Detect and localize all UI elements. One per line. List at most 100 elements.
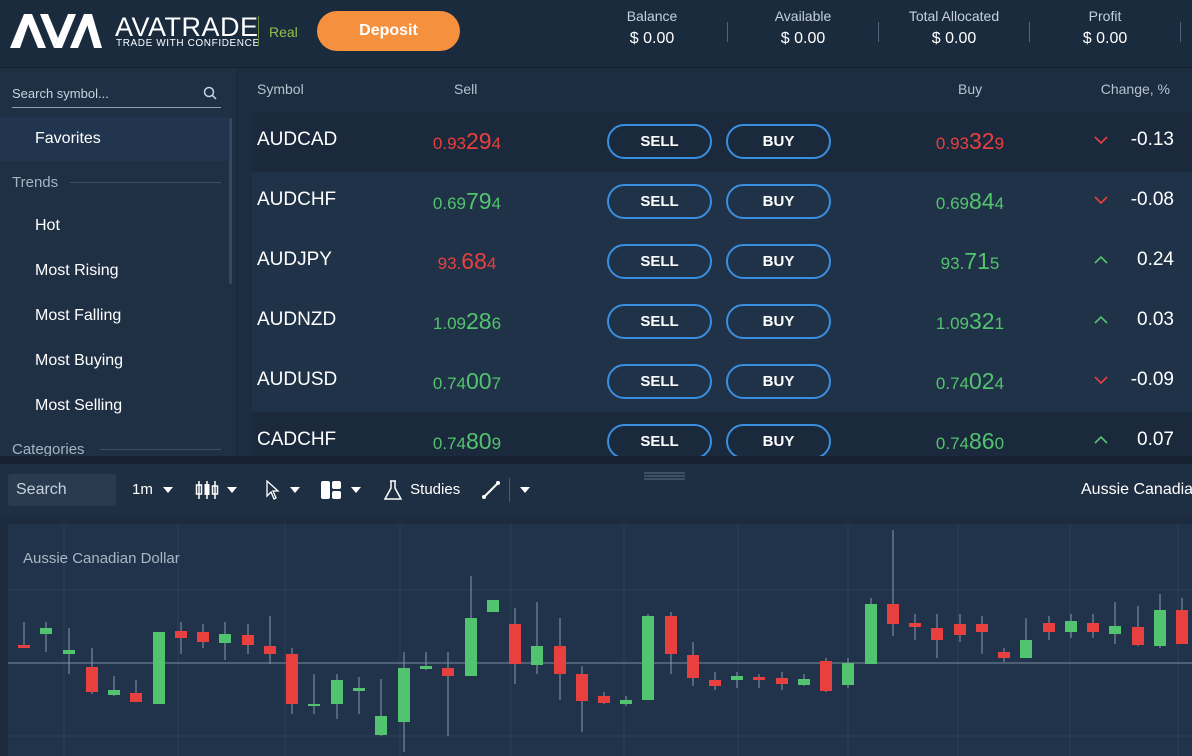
- sidebar-item-hot[interactable]: Hot: [0, 204, 228, 248]
- chart-type-dropdown[interactable]: [195, 476, 238, 504]
- sell-button[interactable]: SELL: [607, 304, 712, 339]
- interval-label: 1m: [132, 481, 153, 498]
- buy-price[interactable]: 93.715: [890, 248, 1050, 275]
- row-symbol[interactable]: CADCHF: [257, 429, 336, 451]
- candlestick-chart[interactable]: [8, 524, 1192, 756]
- row-symbol[interactable]: AUDNZD: [257, 309, 336, 331]
- candle-up: [487, 600, 499, 612]
- sell-button[interactable]: SELL: [607, 124, 712, 159]
- row-symbol[interactable]: AUDCAD: [257, 129, 337, 151]
- buy-price[interactable]: 1.09321: [890, 308, 1050, 335]
- buy-price[interactable]: 0.93329: [890, 128, 1050, 155]
- buy-button[interactable]: BUY: [726, 304, 831, 339]
- sidebar-item-favorites[interactable]: Favorites: [0, 117, 228, 161]
- candle-up: [620, 700, 632, 704]
- search-icon[interactable]: [203, 86, 217, 100]
- sell-price[interactable]: 0.74007: [387, 368, 547, 395]
- table-row[interactable]: AUDUSD 0.74007 SELL BUY 0.74024 -0.09: [252, 352, 1192, 412]
- sell-price[interactable]: 0.69794: [387, 188, 547, 215]
- column-header-symbol[interactable]: Symbol: [257, 81, 304, 97]
- sell-price[interactable]: 0.74809: [387, 428, 547, 455]
- change-percent: -0.13: [1130, 129, 1174, 150]
- sidebar-scrollbar[interactable]: [229, 118, 232, 284]
- sidebar-item-most-rising[interactable]: Most Rising: [0, 249, 228, 293]
- buy-price[interactable]: 0.74024: [890, 368, 1050, 395]
- buy-price-pips: 71: [964, 248, 990, 274]
- buy-button[interactable]: BUY: [726, 364, 831, 399]
- table-row[interactable]: AUDJPY 93.684 SELL BUY 93.715 0.24: [252, 232, 1192, 292]
- sidebar-section-trends: Trends: [12, 174, 59, 191]
- candle-down: [18, 645, 30, 648]
- sell-price-pips: 79: [466, 188, 492, 214]
- buy-button[interactable]: BUY: [726, 124, 831, 159]
- sell-price-fraction: 9: [491, 434, 502, 453]
- stat-value: $ 0.00: [629, 30, 675, 47]
- sidebar-item-most-selling[interactable]: Most Selling: [0, 384, 228, 428]
- instruments-table: Symbol Sell Buy Change, % AUDCAD 0.93294 S…: [237, 68, 1192, 456]
- buy-price[interactable]: 0.69844: [890, 188, 1050, 215]
- buy-button[interactable]: BUY: [726, 244, 831, 279]
- buy-price-prefix: 93.: [940, 254, 965, 273]
- row-symbol[interactable]: AUDCHF: [257, 189, 336, 211]
- buy-button[interactable]: BUY: [726, 184, 831, 219]
- account-mode-label[interactable]: Real: [269, 24, 298, 40]
- brand-tagline: TRADE WITH CONFIDENCE: [116, 38, 260, 49]
- studies-label: Studies: [410, 481, 461, 498]
- table-row[interactable]: AUDCAD 0.93294 SELL BUY 0.93329 -0.13: [252, 112, 1192, 172]
- sidebar-item-most-falling[interactable]: Most Falling: [0, 294, 228, 338]
- interval-dropdown[interactable]: 1m: [132, 476, 174, 504]
- panel-splitter[interactable]: [0, 456, 1192, 464]
- buy-price-fraction: 4: [994, 374, 1005, 393]
- column-header-change[interactable]: Change, %: [1101, 81, 1170, 97]
- buy-price-pips: 32: [969, 308, 995, 334]
- buy-button[interactable]: BUY: [726, 424, 831, 456]
- sidebar-item-most-buying[interactable]: Most Buying: [0, 339, 228, 383]
- column-header-buy[interactable]: Buy: [958, 81, 982, 97]
- drawing-tool-dropdown[interactable]: [520, 476, 530, 504]
- buy-price[interactable]: 0.74860: [890, 428, 1050, 455]
- sell-button[interactable]: SELL: [607, 364, 712, 399]
- chart-search-input[interactable]: Search: [8, 474, 116, 506]
- table-row[interactable]: AUDCHF 0.69794 SELL BUY 0.69844 -0.08: [252, 172, 1192, 232]
- splitter-grip-icon[interactable]: [644, 472, 685, 480]
- drawing-tool-button[interactable]: [481, 476, 501, 504]
- candle-down: [130, 693, 142, 702]
- price-chart[interactable]: Aussie Canadian Dollar: [8, 524, 1192, 756]
- sell-button[interactable]: SELL: [607, 184, 712, 219]
- layout-grid-icon: [321, 481, 341, 500]
- studies-button[interactable]: Studies: [383, 476, 461, 504]
- sell-price-fraction: 6: [491, 314, 502, 333]
- sell-price-prefix: 1.09: [432, 314, 467, 333]
- stat-value: $ 0.00: [931, 30, 977, 47]
- stat-label: Available: [774, 8, 832, 24]
- candle-down: [554, 646, 566, 674]
- chevron-down-icon: [520, 487, 530, 494]
- cursor-dropdown[interactable]: [266, 476, 301, 504]
- table-row[interactable]: CADCHF 0.74809 SELL BUY 0.74860 0.07: [252, 412, 1192, 456]
- table-row[interactable]: AUDNZD 1.09286 SELL BUY 1.09321 0.03: [252, 292, 1192, 352]
- candle-down: [1087, 623, 1099, 632]
- column-header-sell[interactable]: Sell: [454, 81, 477, 97]
- layout-dropdown[interactable]: [321, 476, 362, 504]
- sell-button[interactable]: SELL: [607, 244, 712, 279]
- sell-price[interactable]: 1.09286: [387, 308, 547, 335]
- candle-down: [1176, 610, 1188, 644]
- change-percent: 0.03: [1137, 309, 1174, 330]
- buy-price-prefix: 0.93: [935, 134, 970, 153]
- candle-down: [887, 604, 899, 624]
- sell-price[interactable]: 93.684: [387, 248, 547, 275]
- candle-up: [153, 632, 165, 704]
- symbol-search-input[interactable]: Search symbol...: [12, 82, 221, 108]
- candle-down: [286, 654, 298, 704]
- candle-up: [465, 618, 477, 676]
- candle-up: [420, 666, 432, 669]
- candle-up: [63, 650, 75, 654]
- sell-price[interactable]: 0.93294: [387, 128, 547, 155]
- stat-label: Balance: [626, 8, 678, 24]
- row-symbol[interactable]: AUDUSD: [257, 369, 337, 391]
- deposit-button[interactable]: Deposit: [317, 11, 460, 51]
- buy-price-fraction: 1: [994, 314, 1005, 333]
- sell-button[interactable]: SELL: [607, 424, 712, 456]
- avatrade-logo[interactable]: AVATRADE TRADE WITH CONFIDENCE: [10, 12, 259, 52]
- row-symbol[interactable]: AUDJPY: [257, 249, 332, 271]
